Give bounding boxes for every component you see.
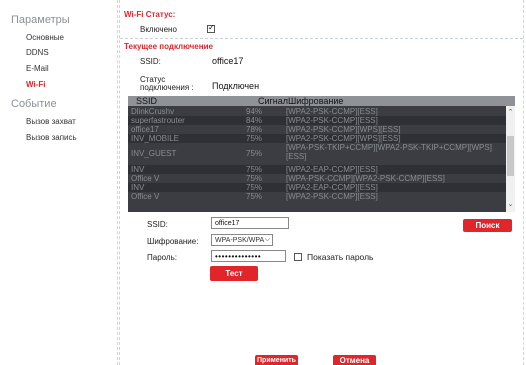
- row-signal: 75%: [246, 149, 263, 158]
- row-ssid: superfastrouter: [131, 116, 185, 125]
- row-encryption: [WPA2-PSK-CCMP][ESS]: [286, 192, 378, 201]
- sidebar-item-record-call[interactable]: Вызов запись: [26, 133, 77, 142]
- row-ssid: INV_GUEST: [131, 149, 177, 158]
- row-ssid: INV: [131, 183, 145, 192]
- scroll-down-icon[interactable]: ⌄: [506, 200, 515, 210]
- show-password-checkbox[interactable]: [294, 253, 302, 261]
- table-row[interactable]: INV 75% [WPA2-EAP-CCMP][ESS]: [128, 165, 506, 174]
- encryption-select-value: WPA-PSK/WPA: [215, 237, 265, 244]
- sidebar-heading-event: Событие: [11, 98, 57, 110]
- table-row[interactable]: DlinkCrushv 94% [WPA2-PSK-CCMP][ESS]: [128, 107, 506, 116]
- row-ssid: DlinkCrushv: [131, 107, 175, 116]
- sidebar: Параметры Основные DDNS E-Mail Wi-Fi Соб…: [0, 0, 118, 365]
- form-encryption-label: Шифрование:: [147, 237, 199, 246]
- table-row[interactable]: office17 78% [WPA2-PSK-CCMP][WPS][ESS]: [128, 125, 506, 134]
- sidebar-item-capture-call[interactable]: Вызов захват: [26, 117, 76, 126]
- current-ssid-value: office17: [212, 56, 244, 66]
- table-row[interactable]: INV_MOBILE 75% [WPA2-PSK-CCMP][WPS][ESS]: [128, 134, 506, 143]
- sidebar-item-email[interactable]: E-Mail: [26, 64, 49, 73]
- table-row[interactable]: Office V 75% [WPA-PSK-CCMP][WPA2-PSK-CCM…: [128, 174, 506, 183]
- row-signal: 84%: [246, 116, 263, 125]
- password-input[interactable]: ••••••••••••••: [211, 250, 286, 262]
- network-list-table: SSID Сигнал Шифрование DlinkCrushv 94% […: [128, 96, 515, 212]
- chevron-down-icon: ⌵: [264, 236, 270, 243]
- divider: [120, 38, 523, 39]
- scroll-up-icon[interactable]: ⌃: [506, 108, 515, 118]
- row-signal: 75%: [246, 174, 263, 183]
- row-ssid: office17: [131, 125, 159, 134]
- row-signal: 78%: [246, 125, 263, 134]
- connection-status-label-2: подключения :: [140, 83, 194, 92]
- row-encryption: [WPA-PSK-CCMP][WPA2-PSK-CCMP][ESS]: [286, 174, 445, 183]
- row-signal: 94%: [246, 107, 263, 116]
- row-ssid: Office V: [131, 192, 160, 201]
- row-signal: 75%: [246, 192, 263, 201]
- row-ssid: INV: [131, 165, 145, 174]
- table-header: SSID Сигнал Шифрование: [128, 96, 515, 106]
- scroll-thumb[interactable]: [507, 136, 514, 176]
- form-password-label: Пароль:: [147, 253, 177, 262]
- table-scrollbar[interactable]: ⌃ ⌄: [506, 106, 515, 212]
- row-encryption: [WPA2-PSK-CCMP][ESS]: [286, 116, 378, 125]
- row-ssid: Office V: [131, 174, 160, 183]
- current-connection-title: Текущее подключение: [124, 42, 213, 51]
- show-password-label: Показать пароль: [307, 252, 374, 262]
- row-encryption: [WPA2-PSK-CCMP][ESS]: [286, 107, 378, 116]
- sidebar-item-wifi[interactable]: Wi-Fi: [26, 80, 45, 89]
- connection-status-value: Подключен: [212, 81, 260, 91]
- test-button[interactable]: Тест: [210, 266, 258, 281]
- form-ssid-label: SSID:: [147, 220, 168, 229]
- sidebar-item-basic[interactable]: Основные: [26, 33, 64, 42]
- column-header-ssid: SSID: [136, 96, 158, 106]
- table-row[interactable]: Office V 75% [WPA2-PSK-CCMP][ESS]: [128, 192, 506, 201]
- table-row[interactable]: superfastrouter 84% [WPA2-PSK-CCMP][ESS]: [128, 116, 506, 125]
- table-row[interactable]: INV 75% [WPA2-EAP-CCMP][ESS]: [128, 183, 506, 192]
- column-header-signal: Сигнал: [258, 96, 289, 106]
- sidebar-heading-parameters: Параметры: [11, 14, 70, 26]
- encryption-select[interactable]: WPA-PSK/WPA ⌵: [211, 234, 273, 246]
- ssid-input[interactable]: office17: [211, 217, 289, 229]
- row-signal: 75%: [246, 183, 263, 192]
- wifi-enabled-checkbox[interactable]: [207, 23, 215, 33]
- cancel-button[interactable]: Отмена: [333, 355, 376, 365]
- row-encryption: [WPA-PSK-TKIP+CCMP][WPA2-PSK-TKIP+CCMP][…: [286, 143, 492, 161]
- row-ssid: INV_MOBILE: [131, 134, 180, 143]
- row-encryption: [WPA2-EAP-CCMP][ESS]: [286, 183, 378, 192]
- row-encryption: [WPA2-PSK-CCMP][WPS][ESS]: [286, 134, 401, 143]
- search-button[interactable]: Поиск: [463, 219, 512, 232]
- row-signal: 75%: [246, 165, 263, 174]
- sidebar-item-ddns[interactable]: DDNS: [26, 48, 49, 57]
- row-encryption: [WPA2-PSK-CCMP][WPS][ESS]: [286, 125, 401, 134]
- table-row[interactable]: INV_GUEST 75% [WPA-PSK-TKIP+CCMP][WPA2-P…: [128, 143, 506, 165]
- wifi-status-title: Wi-Fi Статус:: [124, 10, 176, 19]
- row-signal: 75%: [246, 134, 263, 143]
- apply-button[interactable]: Применить: [255, 355, 298, 365]
- row-encryption: [WPA2-EAP-CCMP][ESS]: [286, 165, 378, 174]
- wifi-enabled-label: Включено: [140, 25, 177, 34]
- current-ssid-label: SSID:: [140, 57, 161, 66]
- column-header-encryption: Шифрование: [288, 96, 344, 106]
